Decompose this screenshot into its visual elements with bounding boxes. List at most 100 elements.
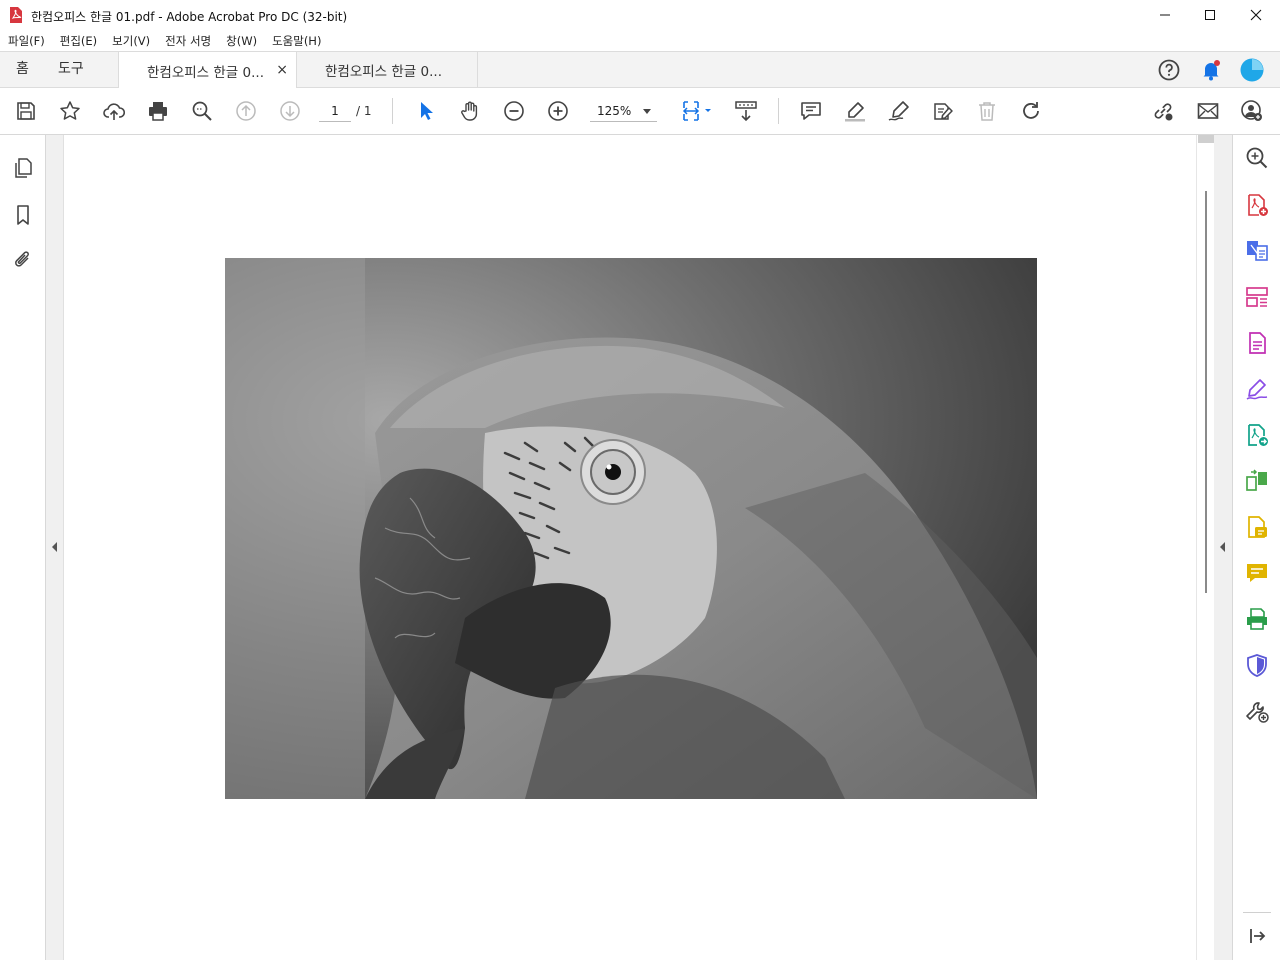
zoom-in-button[interactable] (546, 99, 570, 123)
previous-page-icon (236, 101, 256, 121)
edit-text-icon (934, 103, 953, 120)
protect-icon[interactable] (1245, 653, 1269, 677)
attachments-icon[interactable] (12, 249, 34, 271)
delete-button[interactable] (975, 99, 999, 123)
menu-help[interactable]: 도움말(H) (272, 33, 321, 49)
next-page-button[interactable] (278, 99, 302, 123)
parrot-photo (225, 258, 1037, 799)
export-pdf-icon[interactable] (1245, 239, 1269, 263)
print-icon (149, 102, 167, 121)
main-toolbar: 1 / 1 125% (0, 88, 1280, 135)
comment-icon (801, 102, 821, 120)
scrolling-mode-button[interactable] (734, 99, 758, 123)
send-for-review-icon[interactable] (1245, 423, 1269, 447)
menu-file[interactable]: 파일(F) (8, 33, 45, 49)
scrolling-mode-icon (735, 101, 757, 122)
next-page-icon (280, 101, 300, 121)
page-number-input[interactable]: 1 (319, 100, 351, 122)
notifications-icon[interactable] (1199, 58, 1223, 82)
maximize-icon (1205, 10, 1215, 20)
edit-pdf-icon[interactable] (1245, 331, 1269, 355)
zoom-in-icon (548, 101, 568, 121)
zoom-out-icon (504, 101, 524, 121)
tab-document-active[interactable]: 한컴오피스 한글 0... × (118, 52, 297, 89)
find-icon (192, 101, 212, 121)
menu-view[interactable]: 보기(V) (112, 33, 150, 49)
hand-tool-button[interactable] (458, 99, 482, 123)
chevron-left-icon (1220, 542, 1225, 552)
document-view[interactable] (64, 135, 1196, 960)
select-tool-button[interactable] (414, 99, 438, 123)
comment-tool-icon[interactable] (1245, 561, 1269, 585)
title-bar: 한컴오피스 한글 01.pdf - Adobe Acrobat Pro DC (… (0, 0, 1280, 30)
email-button[interactable] (1196, 99, 1220, 123)
zoom-out-button[interactable] (502, 99, 526, 123)
edit-text-button[interactable] (931, 99, 955, 123)
create-pdf-icon[interactable] (1245, 193, 1269, 217)
zoom-level-dropdown[interactable]: 125% (590, 100, 657, 122)
tab-close-button[interactable]: × (276, 62, 288, 78)
tab-home[interactable]: 홈 (16, 52, 29, 87)
tab-document-inactive[interactable]: 한컴오피스 한글 0... (297, 52, 478, 88)
minimize-icon (1160, 14, 1170, 16)
chevron-down-icon (643, 109, 651, 114)
hand-icon (461, 101, 478, 121)
chevron-left-icon (52, 542, 57, 552)
rail-separator (1243, 912, 1271, 913)
menu-window[interactable]: 창(W) (226, 33, 257, 49)
scrollbar-thumb[interactable] (1198, 135, 1214, 143)
upload-cloud-icon (103, 103, 125, 120)
left-panel-toggle[interactable] (46, 135, 64, 960)
toolbar-separator (778, 98, 779, 124)
compare-files-icon[interactable] (1245, 469, 1269, 493)
organize-pages-icon[interactable] (1245, 285, 1269, 309)
minimize-button[interactable] (1142, 0, 1188, 30)
find-button[interactable] (190, 99, 214, 123)
acrobat-icon (10, 7, 22, 23)
close-window-button[interactable] (1233, 0, 1279, 30)
save-button[interactable] (14, 99, 38, 123)
menu-e-sign[interactable]: 전자 서명 (165, 33, 211, 49)
right-panel-toggle[interactable] (1214, 135, 1232, 960)
upload-cloud-button[interactable] (102, 99, 126, 123)
bookmark-star-icon (60, 101, 80, 120)
scan-ocr-icon[interactable] (1245, 515, 1269, 539)
email-icon (1197, 103, 1219, 119)
print-button[interactable] (146, 99, 170, 123)
right-tools-rail (1232, 135, 1280, 960)
draw-button[interactable] (887, 99, 911, 123)
print-production-icon[interactable] (1245, 607, 1269, 631)
collapse-panel-icon[interactable] (1245, 924, 1269, 948)
zoom-level-value: 125% (597, 104, 632, 118)
tab-tools[interactable]: 도구 (58, 52, 84, 87)
tab-document-label: 한컴오피스 한글 0... (147, 64, 264, 81)
close-icon (1250, 9, 1262, 21)
tab-document-label: 한컴오피스 한글 0... (325, 64, 442, 80)
comment-button[interactable] (799, 99, 823, 123)
add-user-button[interactable] (1240, 99, 1264, 123)
menu-edit[interactable]: 편집(E) (60, 33, 97, 49)
highlight-button[interactable] (843, 99, 867, 123)
share-link-button[interactable] (1151, 99, 1175, 123)
share-link-icon (1154, 103, 1173, 121)
previous-page-button[interactable] (234, 99, 258, 123)
fit-page-icon (682, 101, 711, 121)
help-icon[interactable] (1157, 58, 1181, 82)
fit-page-button[interactable] (680, 99, 714, 123)
bookmark-star-button[interactable] (58, 99, 82, 123)
more-tools-icon[interactable] (1245, 699, 1269, 723)
account-avatar-icon[interactable] (1240, 58, 1264, 82)
bookmarks-icon[interactable] (12, 204, 34, 226)
maximize-button[interactable] (1187, 0, 1233, 30)
fill-sign-icon[interactable] (1245, 377, 1269, 401)
window-title: 한컴오피스 한글 01.pdf - Adobe Acrobat Pro DC (… (31, 10, 348, 24)
select-arrow-icon (421, 102, 433, 120)
scrollbar-track[interactable] (1205, 191, 1207, 593)
toolbar-separator (392, 98, 393, 124)
page-thumbnails-icon[interactable] (12, 157, 34, 179)
left-navigation-rail (0, 135, 46, 960)
search-zoom-icon[interactable] (1245, 146, 1269, 170)
vertical-scrollbar[interactable] (1196, 135, 1214, 960)
rotate-button[interactable] (1019, 99, 1043, 123)
highlight-icon (845, 102, 865, 122)
